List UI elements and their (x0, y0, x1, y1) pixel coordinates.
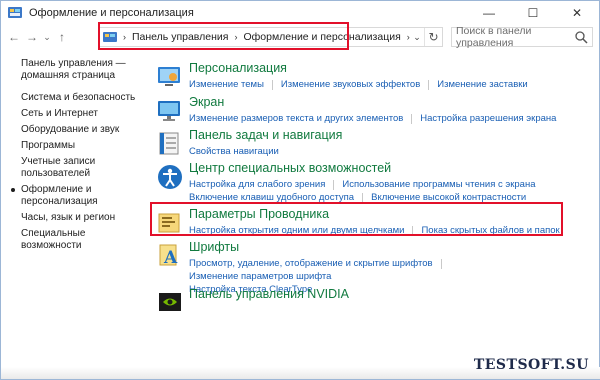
control-panel-window: Оформление и персонализация — ☐ ✕ ← → ⌄ … (0, 0, 600, 380)
category-title[interactable]: Персонализация (189, 61, 287, 75)
link-change-screensaver[interactable]: Изменение заставки (437, 78, 527, 91)
sidebar-item-system-security[interactable]: Система и безопасность (21, 92, 141, 104)
link-low-vision[interactable]: Настройка для слабого зрения (189, 178, 325, 191)
category-title[interactable]: Экран (189, 95, 224, 109)
ease-of-access-icon[interactable] (156, 163, 184, 191)
fonts-icon[interactable]: A (156, 242, 184, 270)
personalization-icon[interactable] (156, 63, 184, 91)
maximize-button[interactable]: ☐ (511, 1, 555, 25)
forward-button[interactable]: → (23, 27, 41, 47)
link-manage-fonts[interactable]: Просмотр, удаление, отображение и скрыти… (189, 257, 433, 270)
category-title[interactable]: Панель управления NVIDIA (189, 287, 349, 301)
search-icon[interactable] (574, 30, 588, 44)
link-divider (271, 80, 273, 90)
link-font-settings[interactable]: Изменение параметров шрифта (189, 270, 331, 283)
current-item-bullet-icon (11, 188, 15, 192)
link-change-sounds[interactable]: Изменение звуковых эффектов (281, 78, 420, 91)
up-button[interactable]: ↑ (53, 27, 71, 47)
address-dropdown-chevron-down-icon[interactable]: ⌄ (410, 28, 424, 46)
link-resolution[interactable]: Настройка разрешения экрана (420, 112, 556, 125)
minimize-button[interactable]: — (467, 1, 511, 25)
category-links: Настройка для слабого зрения Использован… (189, 178, 579, 204)
nvidia-icon[interactable] (156, 289, 184, 317)
refresh-button[interactable]: ↻ (424, 28, 442, 46)
control-panel-icon (7, 5, 23, 21)
link-navigation-properties[interactable]: Свойства навигации (189, 145, 279, 158)
recent-locations-chevron-down-icon[interactable]: ⌄ (41, 27, 53, 47)
sidebar-item-appearance[interactable]: Оформление и (11, 184, 141, 196)
taskbar-icon[interactable] (156, 130, 184, 158)
sidebar-item-programs[interactable]: Программы (21, 140, 141, 152)
search-input[interactable]: Поиск в панели управления (456, 25, 574, 49)
category-links: Изменение размеров текста и других элеме… (189, 112, 579, 125)
window-controls: — ☐ ✕ (467, 1, 599, 25)
explorer-options-highlight-frame (150, 202, 563, 236)
category-title[interactable]: Шрифты (189, 240, 239, 254)
link-divider (333, 180, 335, 190)
display-icon[interactable] (156, 97, 184, 125)
address-highlight-frame (98, 22, 349, 50)
window-title: Оформление и персонализация (29, 7, 194, 19)
category-links: Свойства навигации (189, 145, 579, 158)
link-change-theme[interactable]: Изменение темы (189, 78, 264, 91)
watermark: TESTSOFT.SU (473, 357, 589, 373)
sidebar-item-user-accounts-line2[interactable]: пользователей (21, 168, 141, 180)
sidebar-item-network[interactable]: Сеть и Интернет (21, 108, 141, 120)
category-title[interactable]: Центр специальных возможностей (189, 161, 391, 175)
sidebar-item-clock-language[interactable]: Часы, язык и регион (21, 212, 141, 224)
link-divider (440, 259, 442, 269)
category-links: Изменение темы Изменение звуковых эффект… (189, 78, 579, 91)
sidebar-item-home[interactable]: Панель управления — (21, 58, 141, 70)
back-button[interactable]: ← (5, 27, 23, 47)
sidebar-item-ease-of-access[interactable]: Специальные возможности (21, 228, 141, 252)
sidebar-item-home-line2[interactable]: домашняя страница (21, 70, 141, 82)
search-box[interactable]: Поиск в панели управления (451, 25, 593, 49)
svg-text:A: A (163, 248, 178, 268)
sidebar: Панель управления — домашняя страница Си… (11, 58, 141, 256)
category-title[interactable]: Панель задач и навигация (189, 128, 342, 142)
sidebar-item-appearance-label: Оформление и (21, 184, 92, 195)
sidebar-item-hardware-sound[interactable]: Оборудование и звук (21, 124, 141, 136)
link-screen-reader[interactable]: Использование программы чтения с экрана (342, 178, 535, 191)
close-button[interactable]: ✕ (555, 1, 599, 25)
link-divider (428, 80, 430, 90)
sidebar-item-appearance-line2[interactable]: персонализация (21, 196, 141, 208)
link-divider (411, 114, 413, 124)
sidebar-item-user-accounts[interactable]: Учетные записи (21, 156, 141, 168)
link-text-size[interactable]: Изменение размеров текста и других элеме… (189, 112, 403, 125)
